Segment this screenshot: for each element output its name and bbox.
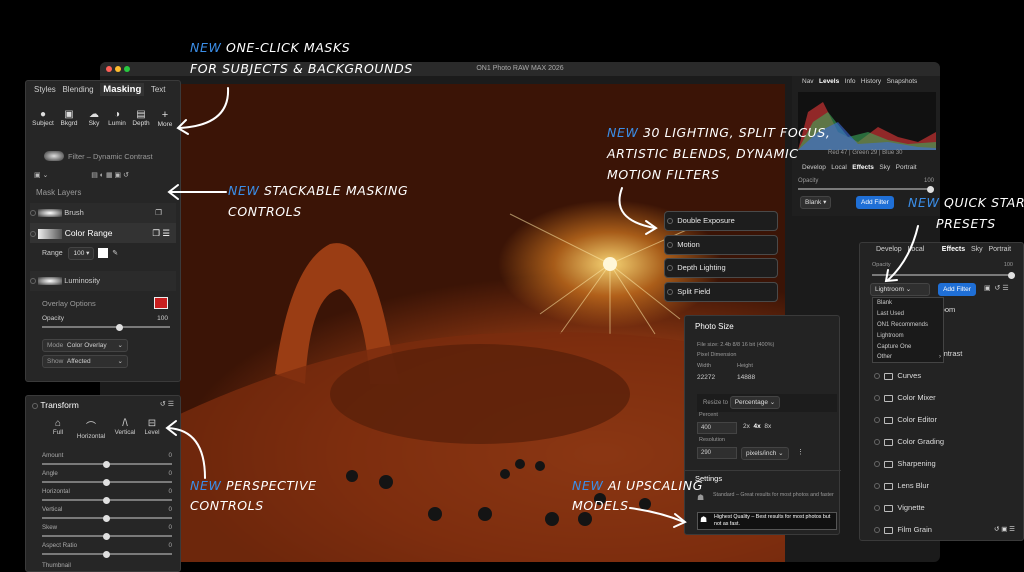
annotation-arrows	[165, 87, 919, 528]
arrow-perspective	[167, 427, 206, 479]
arrow-presets	[887, 225, 919, 281]
arrow-masks	[179, 87, 230, 129]
arrow-lighting	[618, 187, 656, 229]
